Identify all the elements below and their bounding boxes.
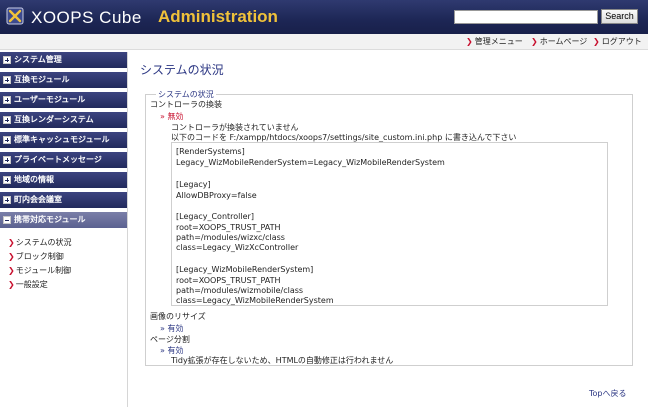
sidebar-menu-label: 町内会会議室 bbox=[14, 195, 62, 204]
sidebar: システム管理 互換モジュール ユーザーモジュール 互換レンダーシステム 標準キャ… bbox=[0, 52, 128, 407]
sidebar-menu-local-info[interactable]: 地域の情報 bbox=[0, 172, 127, 189]
sidebar-menu-label: 互換モジュール bbox=[14, 75, 70, 84]
logout-label: ログアウト bbox=[601, 37, 642, 46]
logo-administration: Administration bbox=[158, 7, 278, 26]
sidebar-menu-label: 地域の情報 bbox=[14, 175, 54, 184]
expand-plus-icon bbox=[3, 76, 11, 84]
sidebar-menu-render-system[interactable]: 互換レンダーシステム bbox=[0, 112, 127, 129]
sidebar-sub-general-settings[interactable]: ❯一般設定 bbox=[8, 279, 48, 290]
arrow-right-icon: ❯ bbox=[531, 37, 538, 46]
sidebar-menu-label: 携帯対応モジュール bbox=[14, 215, 86, 224]
sidebar-menu-label: プライベートメッセージ bbox=[14, 155, 102, 164]
code-line: class=Legacy_WizMobileRenderSystem bbox=[176, 296, 334, 305]
expand-plus-icon bbox=[3, 136, 11, 144]
code-line: Legacy_WizMobileRenderSystem=Legacy_WizM… bbox=[176, 158, 445, 167]
sidebar-sub-label: モジュール制御 bbox=[15, 266, 72, 275]
arrow-right-icon: ❯ bbox=[8, 238, 15, 247]
admin-menu-label: 管理メニュー bbox=[474, 37, 523, 46]
arrow-right-icon: ❯ bbox=[8, 252, 15, 261]
expand-plus-icon bbox=[3, 56, 11, 64]
sidebar-menu-legacy-module[interactable]: 互換モジュール bbox=[0, 72, 127, 89]
arrow-right-icon: ❯ bbox=[8, 266, 15, 275]
logout-link[interactable]: ❯ ログアウト bbox=[593, 36, 642, 47]
controller-status: » 無効 bbox=[160, 111, 183, 122]
resize-status-label: 有効 bbox=[167, 324, 184, 333]
back-to-top-link[interactable]: Topへ戻る bbox=[589, 388, 627, 399]
sidebar-sub-label: システムの状況 bbox=[15, 238, 72, 247]
sidebar-menu-private-message[interactable]: プライベートメッセージ bbox=[0, 152, 127, 169]
code-line: AllowDBProxy=false bbox=[176, 191, 257, 200]
arrow-right-icon: ❯ bbox=[593, 37, 600, 46]
expand-plus-icon bbox=[3, 96, 11, 104]
sidebar-sub-system-status[interactable]: ❯システムの状況 bbox=[8, 237, 71, 248]
header-bar: XOOPS Cube Administration Search bbox=[0, 0, 648, 34]
controller-heading: コントローラの換装 bbox=[150, 100, 222, 109]
admin-menu-link[interactable]: ❯ 管理メニュー bbox=[466, 36, 523, 47]
code-line: path=/modules/wizxc/class bbox=[176, 233, 285, 242]
sidebar-sub-block-control[interactable]: ❯ブロック制御 bbox=[8, 251, 64, 262]
arrow-right-icon: ❯ bbox=[8, 280, 15, 289]
sidebar-menu-cache-module[interactable]: 標準キャッシュモジュール bbox=[0, 132, 127, 149]
sidebar-sub-label: ブロック制御 bbox=[15, 252, 64, 261]
code-line: path=/modules/wizmobile/class bbox=[176, 286, 304, 295]
expand-plus-icon bbox=[3, 176, 11, 184]
search-button[interactable]: Search bbox=[601, 9, 638, 24]
home-page-label: ホームページ bbox=[539, 37, 588, 46]
resize-status: » 有効 bbox=[160, 323, 183, 334]
code-line: [RenderSystems] bbox=[176, 147, 245, 156]
search-input[interactable] bbox=[454, 10, 598, 24]
code-line: [Legacy_WizMobileRenderSystem] bbox=[176, 265, 314, 274]
home-page-link[interactable]: ❯ ホームページ bbox=[531, 36, 587, 47]
sidebar-menu-label: システム管理 bbox=[14, 55, 62, 64]
controller-status-label: 無効 bbox=[167, 112, 184, 121]
expand-plus-icon bbox=[3, 156, 11, 164]
sidebar-menu-system-admin[interactable]: システム管理 bbox=[0, 52, 127, 69]
code-line: [Legacy_Controller] bbox=[176, 212, 254, 221]
sidebar-sub-module-control[interactable]: ❯モジュール制御 bbox=[8, 265, 71, 276]
sidebar-sub-label: 一般設定 bbox=[15, 280, 48, 289]
code-line: root=XOOPS_TRUST_PATH bbox=[176, 276, 281, 285]
code-line: [Legacy] bbox=[176, 180, 211, 189]
split-status-label: 有効 bbox=[167, 346, 184, 355]
sidebar-menu-meeting-room[interactable]: 町内会会議室 bbox=[0, 192, 127, 209]
sidebar-menu-label: 互換レンダーシステム bbox=[14, 115, 94, 124]
expand-plus-icon bbox=[3, 116, 11, 124]
sidebar-menu-mobile-module[interactable]: 携帯対応モジュール bbox=[0, 212, 127, 229]
code-line: class=Legacy_WizXcController bbox=[176, 243, 299, 252]
xoops-logo-icon bbox=[6, 7, 24, 25]
sidebar-menu-label: ユーザーモジュール bbox=[14, 95, 86, 104]
page-title: システムの状況 bbox=[140, 63, 224, 77]
top-nav-bar: ❯ 管理メニュー ❯ ホームページ ❯ ログアウト bbox=[0, 34, 648, 50]
split-heading: ページ分割 bbox=[150, 335, 190, 344]
arrow-right-icon: ❯ bbox=[466, 37, 473, 46]
sidebar-menu-user-module[interactable]: ユーザーモジュール bbox=[0, 92, 127, 109]
expand-plus-icon bbox=[3, 196, 11, 204]
collapse-minus-icon bbox=[3, 216, 11, 224]
split-message: Tidy拡張が存在しないため、HTMLの自動修正は行われません bbox=[171, 356, 394, 365]
sidebar-menu-label: 標準キャッシュモジュール bbox=[14, 135, 110, 144]
logo-text: XOOPS Cube bbox=[31, 8, 142, 27]
code-line: root=XOOPS_TRUST_PATH bbox=[176, 223, 281, 232]
resize-heading: 画像のリサイズ bbox=[150, 312, 206, 321]
